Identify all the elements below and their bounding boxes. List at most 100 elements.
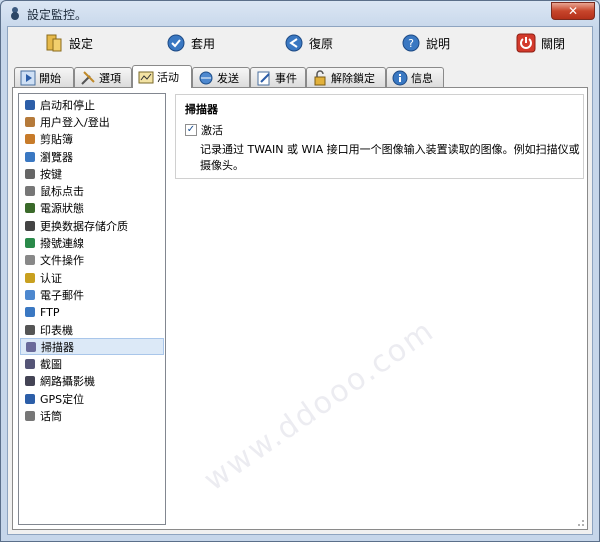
client-area: 設定 套用 復原 ? 說明 關閉 開始 選項 活动 发送 事件 解除鎖定 信息 … <box>7 26 593 535</box>
activity-icon <box>138 71 154 84</box>
file-icon <box>25 255 35 266</box>
list-item[interactable]: 鼠标点击 <box>19 182 165 199</box>
restore-button[interactable]: 復原 <box>284 32 333 54</box>
start-stop-icon <box>25 99 35 110</box>
tab-send-label: 发送 <box>217 71 239 85</box>
list-item-label: 撥號連線 <box>40 237 84 251</box>
activity-list: 启动和停止用户登入/登出 剪貼簿瀏覽器按键鼠标点击電源狀態更换数据存储介质 撥號連線… <box>18 93 166 525</box>
list-item[interactable]: 截圖 <box>19 355 165 372</box>
window-title: 設定監控。 <box>27 8 88 22</box>
info-icon <box>392 70 408 85</box>
activate-row[interactable]: ✓ 激活 <box>185 122 223 138</box>
scanner-icon <box>26 341 36 352</box>
detail-title: 掃描器 <box>185 103 218 116</box>
main-window: 設定監控。 ✕ 設定 套用 復原 ? 說明 關閉 開始 選項 活动 发送 事件 … <box>0 0 600 542</box>
list-item-label: 更换数据存储介质 <box>40 219 128 233</box>
list-item-label: 網路攝影機 <box>40 375 95 389</box>
list-item-label: 按键 <box>40 167 62 181</box>
tab-events[interactable]: 事件 <box>250 67 306 87</box>
watermark: www.ddooo.com <box>197 312 442 499</box>
close-button[interactable]: 關閉 <box>516 32 565 54</box>
list-item[interactable]: 文件操作 <box>19 252 165 269</box>
gps-icon <box>25 393 35 404</box>
settings-label: 設定 <box>69 36 94 51</box>
app-icon <box>11 7 19 20</box>
help-button[interactable]: ? 說明 <box>401 32 450 54</box>
detail-panel: 掃描器 ✓ 激活 记录通过 TWAIN 或 WIA 接口用一个图像输入装置读取的… <box>175 94 584 179</box>
list-item[interactable]: 掃描器 <box>20 338 164 356</box>
activate-checkbox[interactable]: ✓ <box>185 124 197 136</box>
detail-description: 记录通过 TWAIN 或 WIA 接口用一个图像输入装置读取的图像。例如扫描仪或… <box>200 143 580 172</box>
events-icon <box>257 71 270 85</box>
email-icon <box>25 289 35 300</box>
list-item[interactable]: 剪貼簿 <box>19 131 165 148</box>
list-item[interactable]: 電子郵件 <box>19 286 165 303</box>
list-item-label: 電源狀態 <box>40 202 84 216</box>
tab-page: 启动和停止用户登入/登出 剪貼簿瀏覽器按键鼠标点击電源狀態更换数据存储介质 撥號連線… <box>12 87 588 530</box>
tab-send[interactable]: 发送 <box>192 67 250 87</box>
list-item[interactable]: 電源狀態 <box>19 200 165 217</box>
list-item[interactable]: GPS定位 <box>19 390 165 407</box>
toolbar: 設定 套用 復原 ? 說明 關閉 <box>8 27 592 61</box>
list-item[interactable]: 启动和停止 <box>19 96 165 113</box>
list-item-label: 话筒 <box>40 409 62 423</box>
list-item[interactable]: 瀏覽器 <box>19 148 165 165</box>
tab-strip: 開始 選項 活动 发送 事件 解除鎖定 信息 <box>12 65 592 88</box>
apply-button[interactable]: 套用 <box>166 32 215 54</box>
list-item[interactable]: 更换数据存储介质 <box>19 217 165 234</box>
ftp-icon <box>25 307 35 318</box>
tab-options[interactable]: 選項 <box>74 67 132 87</box>
list-item-label: 掃描器 <box>41 340 74 354</box>
list-item-label: 電子郵件 <box>40 288 84 302</box>
dialup-icon <box>25 238 35 249</box>
list-item[interactable]: 认证 <box>19 269 165 286</box>
mouse-icon <box>25 186 35 197</box>
user-icon <box>25 116 35 127</box>
list-item[interactable]: FTP <box>19 304 165 321</box>
key-icon <box>25 272 35 283</box>
settings-button[interactable]: 設定 <box>44 32 93 54</box>
list-item[interactable]: 按键 <box>19 165 165 182</box>
list-item[interactable]: 撥號連線 <box>19 234 165 251</box>
tab-unlock[interactable]: 解除鎖定 <box>306 67 386 87</box>
tab-info-label: 信息 <box>411 71 433 85</box>
webcam-icon <box>25 376 35 387</box>
tab-activity[interactable]: 活动 <box>132 65 192 88</box>
list-item-label: 印表機 <box>40 323 73 337</box>
tab-info[interactable]: 信息 <box>386 67 444 87</box>
power-icon <box>516 33 536 53</box>
usb-drive-icon <box>25 220 35 231</box>
tab-options-label: 選項 <box>99 71 121 85</box>
list-item[interactable]: 用户登入/登出 <box>19 113 165 130</box>
list-item[interactable]: 印表機 <box>19 321 165 338</box>
play-icon <box>20 70 36 85</box>
settings-icon <box>46 34 62 52</box>
title-bar: 設定監控。 ✕ <box>1 1 599 25</box>
clipboard-icon <box>25 134 35 145</box>
unlock-icon <box>314 69 326 85</box>
list-item-label: 剪貼簿 <box>40 133 73 147</box>
list-item-label: 鼠标点击 <box>40 185 84 199</box>
tab-start-label: 開始 <box>39 71 61 85</box>
help-label: 說明 <box>426 36 451 51</box>
list-item-label: 瀏覽器 <box>40 150 73 164</box>
close-label: 關閉 <box>541 36 566 51</box>
send-icon <box>199 71 213 84</box>
window-close-button[interactable]: ✕ <box>551 2 595 20</box>
list-item-label: 认证 <box>40 271 62 285</box>
microphone-icon <box>25 410 35 421</box>
list-item-label: GPS定位 <box>40 392 85 406</box>
help-icon: ? <box>402 34 420 52</box>
list-item[interactable]: 话筒 <box>19 407 165 424</box>
tab-activity-label: 活动 <box>157 71 179 84</box>
printer-icon <box>25 324 35 335</box>
tab-start[interactable]: 開始 <box>14 67 74 87</box>
restore-label: 復原 <box>309 36 334 51</box>
resize-grip-icon[interactable] <box>575 517 585 527</box>
power-state-icon <box>25 203 35 214</box>
list-item-label: 用户登入/登出 <box>40 115 110 129</box>
browser-icon <box>25 151 35 162</box>
apply-label: 套用 <box>191 36 216 51</box>
list-item[interactable]: 網路攝影機 <box>19 373 165 390</box>
tab-events-label: 事件 <box>275 71 297 85</box>
